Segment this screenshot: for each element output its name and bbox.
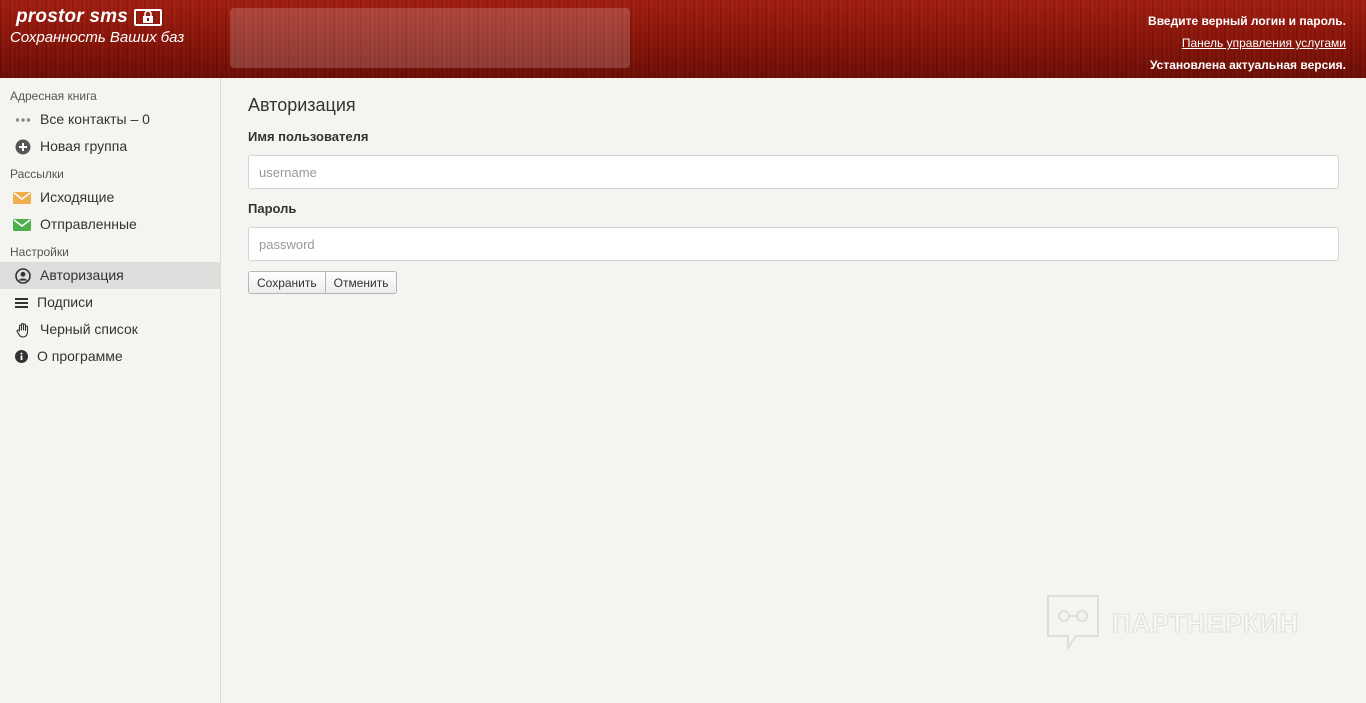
plus-circle-icon <box>15 139 31 155</box>
page-title: Авторизация <box>248 95 356 115</box>
sidebar-item-label: Все контакты – 0 <box>40 111 150 127</box>
watermark: ПАРТНЕРКИН <box>1046 594 1299 652</box>
hand-icon <box>15 322 31 338</box>
info-icon <box>15 349 28 365</box>
sidebar-item-label: О программе <box>37 348 123 364</box>
sidebar-item-label: Авторизация <box>40 267 124 283</box>
envelope-icon <box>13 217 31 233</box>
login-message: Введите верный логин и пароль. <box>1148 14 1346 28</box>
sidebar-item-all-contacts[interactable]: Все контакты – 0 <box>0 106 220 133</box>
sidebar-item-label: Подписи <box>37 294 93 310</box>
section-title-mailings: Рассылки <box>10 167 64 181</box>
sidebar-item-signatures[interactable]: Подписи <box>0 289 220 316</box>
control-panel-link[interactable]: Панель управления услугами <box>1182 36 1346 50</box>
sidebar: Адресная книга Все контакты – 0 Новая гр… <box>0 78 221 703</box>
sidebar-item-blacklist[interactable]: Черный список <box>0 316 220 343</box>
main-content: Авторизация Имя пользователя Пароль Сохр… <box>248 92 1339 294</box>
header: prostor sms Сохранность Ваших баз Введит… <box>0 0 1366 78</box>
sidebar-item-label: Новая группа <box>40 138 128 154</box>
sidebar-item-label: Отправленные <box>40 216 137 232</box>
sidebar-item-outgoing[interactable]: Исходящие <box>0 184 220 211</box>
password-input[interactable] <box>248 227 1339 261</box>
logo-title-row: prostor sms <box>10 6 184 28</box>
header-status: Введите верный логин и пароль. Панель уп… <box>1148 10 1346 76</box>
lock-icon <box>134 8 163 26</box>
version-status: Установлена актуальная версия. <box>1149 58 1346 72</box>
sidebar-item-about[interactable]: О программе <box>0 343 220 370</box>
blurred-panel <box>230 8 630 68</box>
logo-title: prostor sms <box>16 6 129 27</box>
watermark-logo-icon <box>1047 595 1099 652</box>
save-button[interactable]: Сохранить <box>248 271 326 294</box>
dots-icon <box>15 112 31 128</box>
list-icon <box>15 295 28 311</box>
section-title-settings: Настройки <box>10 245 69 259</box>
sidebar-item-authorization[interactable]: Авторизация <box>0 262 220 289</box>
sidebar-item-label: Черный список <box>40 321 138 337</box>
button-group: Сохранить Отменить <box>248 271 1339 294</box>
logo[interactable]: prostor sms Сохранность Ваших баз <box>10 6 184 47</box>
sidebar-item-label: Исходящие <box>40 189 115 205</box>
username-input[interactable] <box>248 155 1339 189</box>
user-circle-icon <box>15 267 31 284</box>
envelope-icon <box>13 190 31 206</box>
sidebar-item-sent[interactable]: Отправленные <box>0 211 220 238</box>
cancel-button[interactable]: Отменить <box>325 271 398 294</box>
username-label: Имя пользователя <box>248 129 369 144</box>
watermark-text: ПАРТНЕРКИН <box>1111 607 1300 638</box>
section-title-address-book: Адресная книга <box>10 89 97 103</box>
password-label: Пароль <box>248 201 297 216</box>
sidebar-item-new-group[interactable]: Новая группа <box>0 133 220 160</box>
logo-subtitle: Сохранность Ваших баз <box>10 29 185 46</box>
